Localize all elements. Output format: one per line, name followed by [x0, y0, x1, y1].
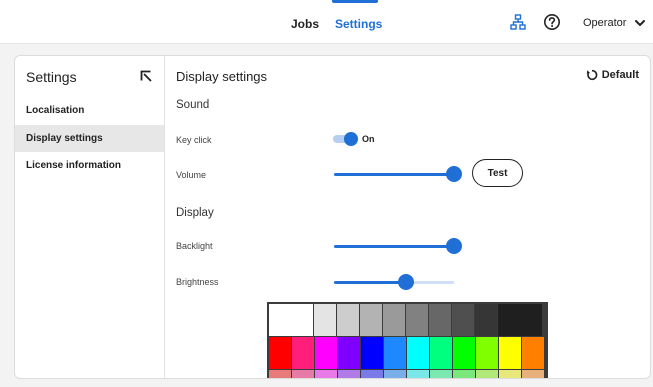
- network-icon[interactable]: [510, 14, 526, 30]
- collapse-arrow-icon[interactable]: [139, 69, 153, 83]
- reset-icon: [586, 69, 598, 81]
- color-swatch[interactable]: [476, 370, 498, 378]
- color-swatch[interactable]: [452, 304, 474, 336]
- palette-row-tints: [269, 370, 544, 378]
- color-swatch[interactable]: [314, 304, 336, 336]
- tab-jobs[interactable]: Jobs: [291, 17, 319, 31]
- sidebar-item-localisation[interactable]: Localisation: [15, 97, 164, 124]
- color-swatch[interactable]: [430, 337, 452, 369]
- sidebar-item-label: License information: [26, 160, 122, 171]
- color-swatch[interactable]: [338, 337, 360, 369]
- active-tab-indicator: [332, 0, 378, 3]
- color-swatch[interactable]: [406, 304, 428, 336]
- color-swatch[interactable]: [269, 337, 291, 369]
- color-swatch[interactable]: [269, 370, 291, 378]
- slider-thumb[interactable]: [398, 274, 414, 290]
- volume-label: Volume: [176, 170, 207, 180]
- color-swatch[interactable]: [384, 337, 406, 369]
- sound-heading: Sound: [176, 99, 210, 111]
- color-swatch[interactable]: [430, 370, 452, 378]
- color-swatch[interactable]: [522, 370, 544, 378]
- slider-thumb[interactable]: [446, 238, 462, 254]
- color-swatch[interactable]: [499, 337, 521, 369]
- color-swatch[interactable]: [337, 304, 359, 336]
- sidebar-item-display-settings[interactable]: Display settings: [15, 125, 164, 152]
- sidebar-title: Settings: [26, 69, 77, 85]
- color-swatch[interactable]: [453, 337, 475, 369]
- color-swatch[interactable]: [315, 370, 337, 378]
- color-swatch[interactable]: [499, 370, 521, 378]
- default-button-label: Default: [601, 69, 639, 81]
- color-swatch[interactable]: [476, 337, 498, 369]
- help-icon[interactable]: [543, 13, 561, 31]
- palette-row-grays: [269, 304, 542, 336]
- chevron-down-icon: [635, 20, 646, 26]
- color-swatch[interactable]: [475, 304, 497, 336]
- top-bar: Jobs Settings Operator: [0, 0, 653, 44]
- brightness-label: Brightness: [176, 277, 219, 287]
- slider-fill: [334, 281, 406, 284]
- color-swatch[interactable]: [361, 370, 383, 378]
- display-settings-content: Display settings Default Sound Key click…: [166, 56, 650, 378]
- palette-row-colors: [269, 337, 544, 369]
- user-menu[interactable]: Operator: [583, 16, 646, 30]
- test-button[interactable]: Test: [472, 159, 523, 187]
- color-swatch[interactable]: [522, 337, 544, 369]
- color-swatch[interactable]: [498, 304, 542, 336]
- color-swatch[interactable]: [407, 337, 429, 369]
- color-swatch[interactable]: [407, 370, 429, 378]
- color-swatch[interactable]: [360, 304, 382, 336]
- color-swatch[interactable]: [269, 304, 313, 336]
- color-swatch[interactable]: [315, 337, 337, 369]
- sidebar: Settings Localisation Display settings L…: [15, 56, 165, 378]
- tab-settings[interactable]: Settings: [335, 17, 382, 31]
- backlight-label: Backlight: [176, 241, 213, 251]
- sidebar-item-label: Localisation: [26, 105, 85, 116]
- key-click-state: On: [362, 134, 375, 144]
- slider-thumb[interactable]: [446, 166, 462, 182]
- default-button[interactable]: Default: [586, 69, 639, 81]
- color-swatch[interactable]: [292, 337, 314, 369]
- backlight-slider[interactable]: [334, 238, 462, 254]
- color-swatch[interactable]: [453, 370, 475, 378]
- volume-slider[interactable]: [334, 166, 462, 182]
- color-swatch[interactable]: [383, 304, 405, 336]
- sidebar-item-license-information[interactable]: License information: [15, 152, 164, 179]
- page-title: Display settings: [176, 69, 268, 84]
- slider-fill: [334, 245, 454, 248]
- color-swatch[interactable]: [338, 370, 360, 378]
- settings-panel: Settings Localisation Display settings L…: [14, 55, 651, 379]
- key-click-label: Key click: [176, 135, 212, 145]
- key-click-toggle[interactable]: [333, 132, 359, 146]
- toggle-knob: [344, 132, 358, 146]
- sidebar-item-label: Display settings: [26, 133, 103, 144]
- slider-fill: [334, 173, 454, 176]
- color-swatch[interactable]: [429, 304, 451, 336]
- user-name: Operator: [583, 17, 627, 29]
- brightness-slider[interactable]: [334, 274, 454, 290]
- color-swatch[interactable]: [361, 337, 383, 369]
- color-swatch[interactable]: [384, 370, 406, 378]
- display-heading: Display: [176, 207, 214, 219]
- color-swatch[interactable]: [292, 370, 314, 378]
- color-palette: [267, 302, 548, 378]
